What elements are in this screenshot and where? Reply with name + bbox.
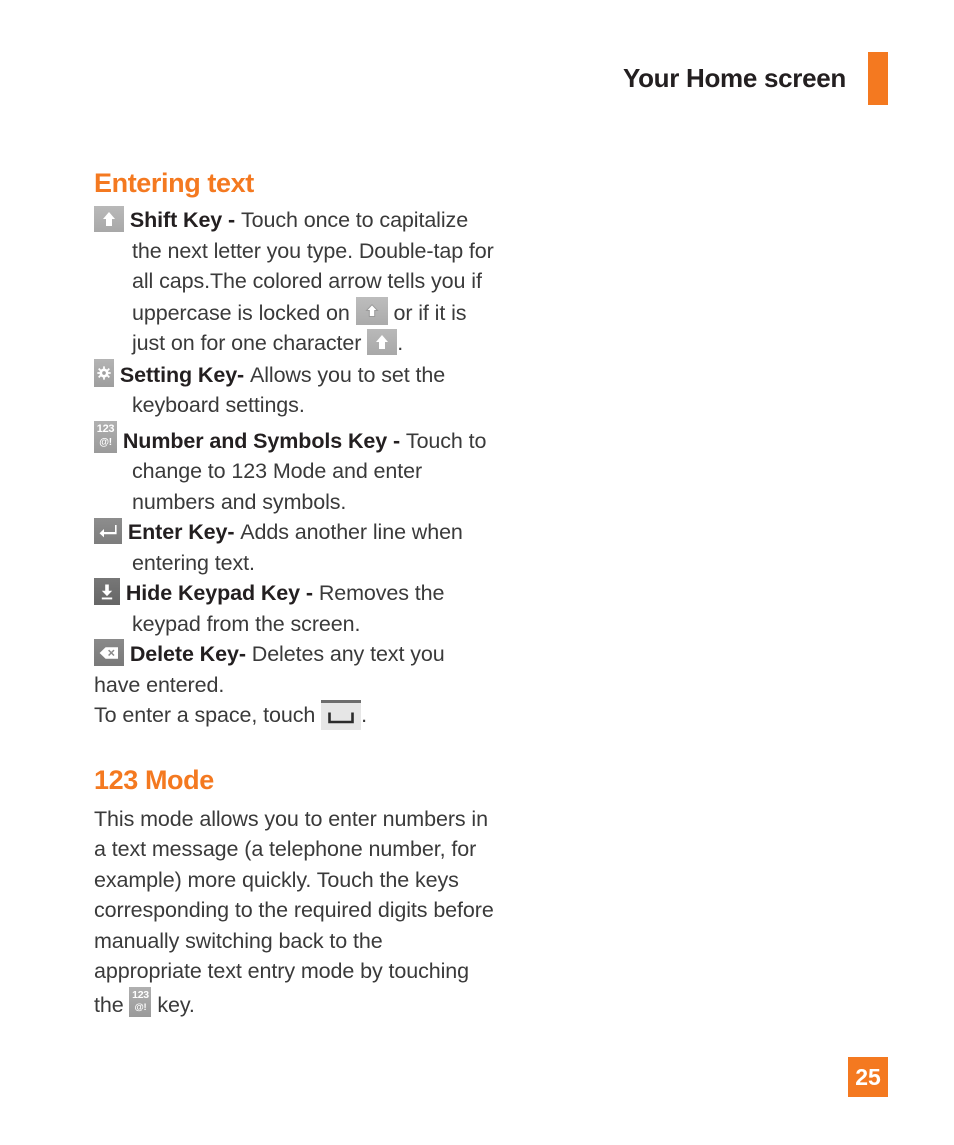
shift-arrow-glyph-2 <box>375 335 389 350</box>
key-term-setting: Setting Key- <box>119 362 250 387</box>
number-symbols-inline-line2: @! <box>134 1001 147 1013</box>
paragraph-123-text-after: key. <box>151 992 195 1017</box>
shift-arrow-glyph <box>102 212 116 227</box>
space-text-after: . <box>361 703 367 728</box>
number-symbols-line2: @! <box>99 436 112 448</box>
delete-key-icon <box>94 639 124 667</box>
key-term-hide-keypad: Hide Keypad Key - <box>125 581 319 606</box>
number-symbols-key-icon-inline: 123 @! <box>129 986 152 1017</box>
shift-lock-key-icon <box>355 296 388 325</box>
gear-icon <box>97 365 111 380</box>
page-number-badge: 25 <box>848 1057 888 1097</box>
setting-key-icon <box>94 358 114 387</box>
hide-keypad-key-icon <box>94 578 120 606</box>
paragraph-123-mode: This mode allows you to enter numbers in… <box>94 804 494 1021</box>
number-symbols-line1: 123 <box>96 422 115 435</box>
key-entry-number-symbols: 123 @! Number and Symbols Key - Touch to … <box>94 420 494 518</box>
page-title: Your Home screen <box>622 63 846 93</box>
page-header: Your Home screen <box>623 52 888 105</box>
key-term-delete: Delete Key- <box>129 642 252 667</box>
content-column: Entering text Shift Key - Touch once to … <box>94 168 494 1020</box>
key-term-enter: Enter Key- <box>127 520 241 545</box>
space-bar-key-icon <box>321 700 362 731</box>
space-text-before: To enter a space, touch <box>94 703 322 728</box>
section-heading-123-mode: 123 Mode <box>94 764 214 795</box>
key-entry-shift: Shift Key - Touch once to capitalize the… <box>94 205 494 359</box>
shift-lock-arrow-glyph <box>364 303 379 318</box>
key-entry-enter: Enter Key- Adds another line when enteri… <box>94 517 494 578</box>
key-entry-delete: Delete Key- Deletes any text you have en… <box>94 639 494 700</box>
number-symbols-inline-line1: 123 <box>132 988 149 1001</box>
key-entry-hide-keypad: Hide Keypad Key - Removes the keypad fro… <box>94 578 494 639</box>
paragraph-123-text-before: This mode allows you to enter numbers in… <box>94 806 494 1017</box>
shift-key-icon-2 <box>367 329 398 356</box>
shift-key-icon <box>94 206 124 233</box>
key-desc-shift-part3: . <box>397 331 404 356</box>
key-term-number-symbols: Number and Symbols Key - <box>122 428 406 453</box>
key-entry-setting: Setting Key- Allows you to set the keybo… <box>94 358 494 421</box>
section-heading-entering-text: Entering text <box>94 168 254 198</box>
space-instruction-line: To enter a space, touch . <box>94 700 494 731</box>
header-accent-bar <box>868 52 888 105</box>
number-symbols-key-icon: 123 @! <box>94 420 117 453</box>
enter-key-icon <box>94 518 122 545</box>
key-term-shift: Shift Key - <box>129 208 241 233</box>
